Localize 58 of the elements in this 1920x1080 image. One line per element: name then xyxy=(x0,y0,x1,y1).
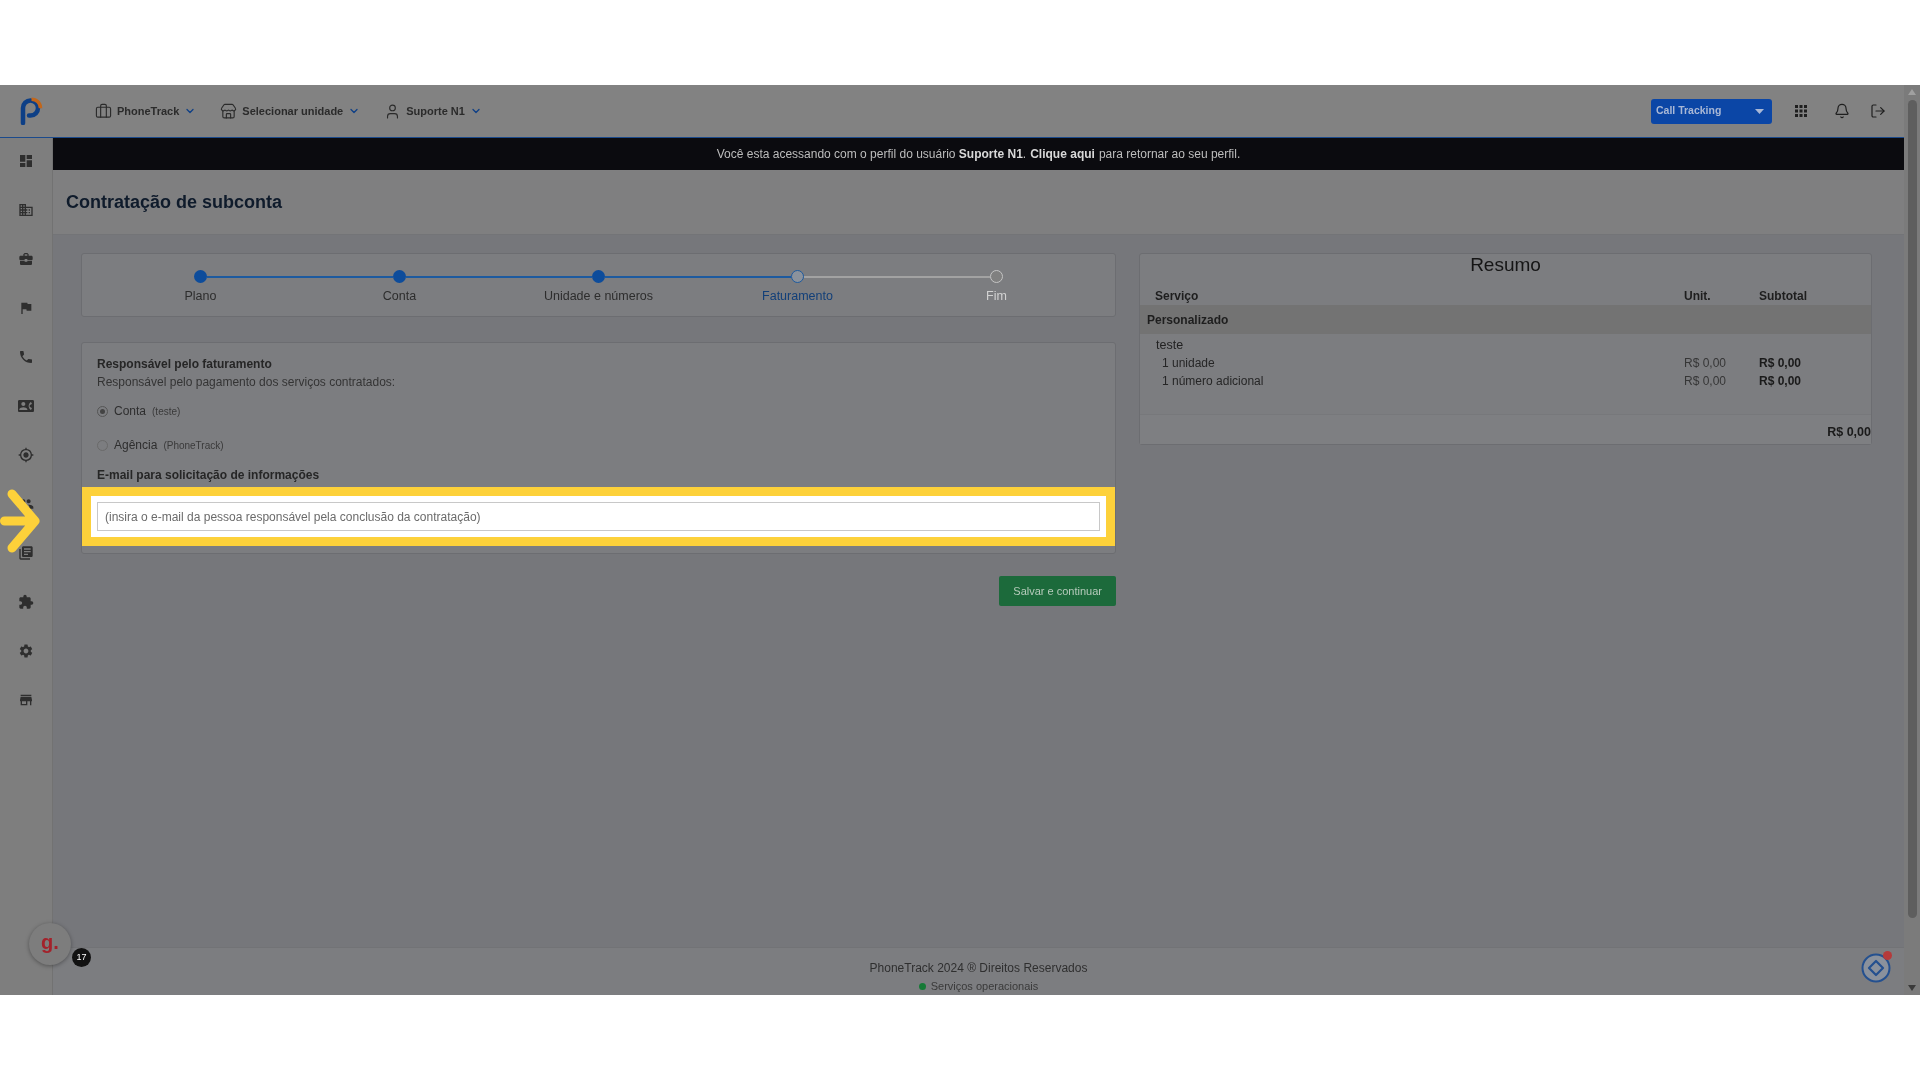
step-label[interactable]: Fim xyxy=(986,288,1007,304)
option-detail: (PhoneTrack) xyxy=(163,438,224,453)
phone-icon[interactable] xyxy=(18,349,34,365)
account-name: teste xyxy=(1156,337,1184,353)
column-header: Unit. xyxy=(1684,288,1711,305)
store-icon xyxy=(220,102,238,120)
email-input[interactable]: (insira o e-mail da pessoa responsável pela conclusão da contratação) xyxy=(97,502,1100,531)
step-label[interactable]: Plano xyxy=(184,288,217,304)
product-select[interactable]: Call Tracking xyxy=(1651,98,1772,124)
flag-icon[interactable] xyxy=(18,300,34,316)
copyright-text: PhoneTrack 2024 ® Direitos Reservados xyxy=(869,960,1088,976)
briefcase-icon[interactable] xyxy=(18,251,34,267)
scroll-down-icon[interactable] xyxy=(1908,985,1916,991)
nav-menu[interactable]: Selecionar unidade xyxy=(220,102,361,120)
step-label[interactable]: Faturamento xyxy=(762,288,833,304)
column-header: Subtotal xyxy=(1759,288,1807,305)
nav-menu[interactable]: Suporte N1 xyxy=(384,102,482,120)
caret-down-icon xyxy=(1755,108,1764,114)
contact-card-icon[interactable] xyxy=(18,398,34,414)
option-label: Conta xyxy=(114,403,147,420)
table-cell-text: R$ 0,00 xyxy=(1684,355,1727,372)
table-cell-text: 1 unidade xyxy=(1162,355,1215,372)
dashboard-icon[interactable] xyxy=(18,153,34,169)
section-title: Responsável pelo faturamento xyxy=(97,356,272,372)
table-cell-text: R$ 0,00 xyxy=(1759,355,1802,372)
target-icon[interactable] xyxy=(18,447,34,463)
notice-text: Você esta acessando com o perfil do usuário Suporte N1. xyxy=(716,146,1027,163)
puzzle-icon[interactable] xyxy=(18,594,34,610)
option-label: Agência xyxy=(114,437,158,454)
section-subtitle: Responsável pelo pagamento dos serviços contratados: xyxy=(97,374,396,390)
group-header: Personalizado xyxy=(1140,305,1871,334)
settings-icon[interactable] xyxy=(18,643,34,659)
logout-icon[interactable] xyxy=(1870,103,1886,119)
return-link[interactable]: Clique aqui xyxy=(1030,145,1095,163)
building-icon[interactable] xyxy=(18,202,34,218)
page-title: Contratação de subconta xyxy=(66,190,283,214)
column-header: Serviço xyxy=(1155,288,1199,305)
step-label[interactable]: Unidade e números xyxy=(543,288,654,304)
summary-title: Resumo xyxy=(1469,254,1542,276)
status-text: Serviços operacionais xyxy=(930,979,1039,993)
table-cell-text: 1 número adicional xyxy=(1162,373,1264,390)
store-icon[interactable] xyxy=(18,692,34,708)
table-cell-text: R$ 0,00 xyxy=(1759,373,1802,390)
step-label[interactable]: Conta xyxy=(382,288,417,304)
scrollbar-thumb[interactable] xyxy=(1907,100,1917,918)
briefcase-icon xyxy=(95,102,112,120)
table-cell-text: R$ 0,00 xyxy=(1684,373,1727,390)
logo-icon[interactable] xyxy=(18,97,43,125)
option-detail: (teste) xyxy=(152,404,181,419)
apps-grid-icon[interactable] xyxy=(1792,102,1810,120)
chat-widget-icon[interactable] xyxy=(1861,953,1891,983)
field-label: E-mail para solicitação de informações xyxy=(97,467,320,483)
notice-text: para retornar ao seu perfil. xyxy=(1098,146,1241,163)
save-button[interactable]: Salvar e continuar xyxy=(999,576,1116,606)
documents-icon[interactable] xyxy=(18,545,34,561)
nav-menu[interactable]: PhoneTrack xyxy=(95,102,197,120)
bell-icon[interactable] xyxy=(1834,103,1850,119)
total-amount: R$ 0,00 xyxy=(1827,424,1871,442)
